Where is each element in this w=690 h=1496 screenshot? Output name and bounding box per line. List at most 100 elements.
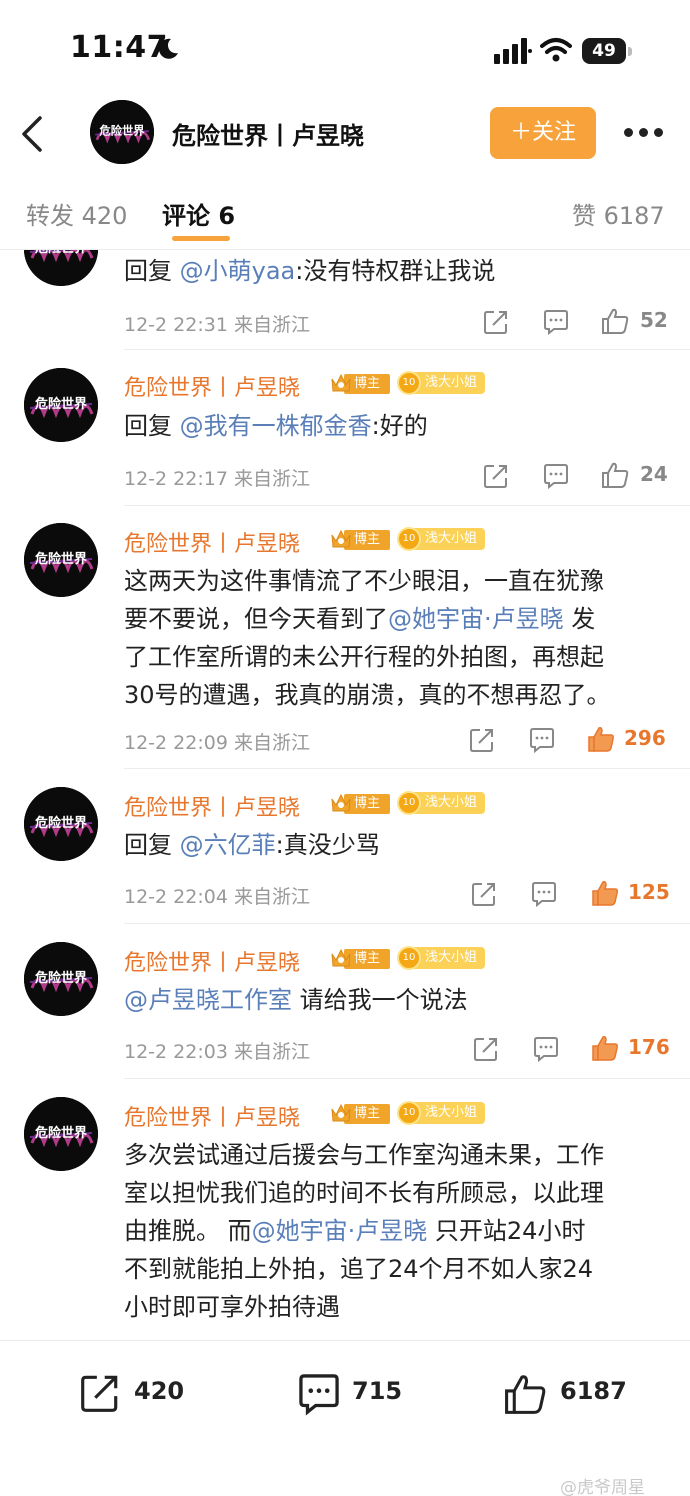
like-button[interactable]: 296 bbox=[586, 724, 670, 754]
commenter-name[interactable]: 危险世界丨卢昱晓 bbox=[124, 1100, 300, 1132]
comment-icon[interactable] bbox=[532, 1035, 560, 1063]
like-button[interactable]: 52 bbox=[600, 306, 670, 336]
divider bbox=[124, 923, 690, 924]
comment-text: @卢昱晓工作室 请给我一个说法 bbox=[124, 986, 468, 1014]
bottom-action-bar: 420 715 6187 @虎爷周星 bbox=[0, 1340, 690, 1496]
mention-link[interactable]: @她宇宙·卢昱晓 bbox=[252, 1217, 428, 1245]
clock: 11:47 bbox=[70, 30, 168, 65]
commenter-name[interactable]: 危险世界丨卢昱晓 bbox=[124, 945, 300, 977]
mention-link[interactable]: @小萌yaa bbox=[180, 257, 296, 285]
crown-icon bbox=[330, 946, 352, 970]
share-icon[interactable] bbox=[472, 1035, 500, 1063]
share-icon[interactable] bbox=[470, 880, 498, 908]
commenter-name[interactable]: 危险世界丨卢昱晓 bbox=[124, 526, 300, 558]
avatar[interactable] bbox=[24, 523, 98, 597]
watermark: @虎爷周星 bbox=[560, 1478, 645, 1496]
comment-text: 回复 @我有一株郁金香:好的 bbox=[124, 412, 428, 440]
like-count: 176 bbox=[628, 1035, 670, 1059]
share-icon[interactable] bbox=[468, 726, 496, 754]
divider bbox=[124, 349, 690, 350]
comment-button[interactable]: 715 bbox=[296, 1371, 416, 1416]
commenter-name[interactable]: 危险世界丨卢昱晓 bbox=[124, 370, 300, 402]
tab-likes[interactable]: 赞 6187 bbox=[572, 196, 665, 231]
back-arrow-icon[interactable] bbox=[14, 112, 54, 156]
comment-icon[interactable] bbox=[530, 880, 558, 908]
battery-level: 49 bbox=[582, 38, 626, 64]
commenter-name[interactable]: 危险世界丨卢昱晓 bbox=[124, 790, 300, 822]
avatar[interactable] bbox=[24, 368, 98, 442]
mention-link[interactable]: @六亿菲 bbox=[180, 831, 276, 859]
avatar[interactable] bbox=[24, 1097, 98, 1171]
status-bar: 11:47 49 bbox=[0, 0, 690, 100]
follow-button[interactable]: ＋关注 bbox=[490, 107, 596, 159]
crown-icon bbox=[330, 527, 352, 551]
post-header: 危险世界丨卢昱晓 ＋关注 bbox=[0, 100, 690, 170]
fan-badge: 浅大小姐 10 bbox=[397, 791, 485, 815]
comment-text: 回复 @小萌yaa:没有特权群让我说 bbox=[124, 257, 496, 285]
crown-icon bbox=[330, 371, 352, 395]
wifi-icon bbox=[540, 38, 572, 62]
fan-badge: 浅大小姐 10 bbox=[397, 527, 485, 551]
comment-list: 回复 @小萌yaa:没有特权群让我说 12-2 22:31 来自浙江 52 危险… bbox=[0, 250, 690, 1340]
thumbs-up-icon bbox=[600, 460, 630, 490]
comment-text: 这两天为这件事情流了不少眼泪，一直在犹豫 要不要说，但今天看到了@她宇宙·卢昱晓… bbox=[124, 567, 611, 709]
blogger-badge: 博主 bbox=[330, 791, 390, 815]
like-count: 52 bbox=[640, 308, 668, 332]
share-icon[interactable] bbox=[482, 308, 510, 336]
blogger-badge: 博主 bbox=[330, 946, 390, 970]
repost-count: 420 bbox=[134, 1377, 185, 1405]
moon-icon bbox=[158, 38, 178, 59]
tab-comments[interactable]: 评论 6 bbox=[162, 196, 235, 231]
share-icon[interactable] bbox=[482, 462, 510, 490]
comment-meta: 12-2 22:31 来自浙江 bbox=[124, 314, 310, 336]
avatar[interactable] bbox=[24, 942, 98, 1016]
blogger-badge: 博主 bbox=[330, 1101, 390, 1125]
comment-text: 多次尝试通过后援会与工作室沟通未果，工作 室以担忧我们追的时间不长有所顾忌，以此… bbox=[124, 1141, 604, 1321]
comment-text: 回复 @六亿菲:真没少骂 bbox=[124, 831, 380, 859]
thumbs-up-icon bbox=[590, 878, 620, 908]
repost-icon bbox=[81, 1375, 118, 1412]
mention-link[interactable]: @她宇宙·卢昱晓 bbox=[388, 605, 564, 633]
comment-meta: 12-2 22:17 来自浙江 bbox=[124, 468, 310, 490]
author-name[interactable]: 危险世界丨卢昱晓 bbox=[172, 116, 364, 151]
thumbs-up-icon bbox=[505, 1375, 546, 1414]
like-button[interactable]: 176 bbox=[590, 1033, 670, 1063]
thumbs-up-icon bbox=[590, 1033, 620, 1063]
crown-icon bbox=[330, 791, 352, 815]
crown-icon bbox=[330, 1101, 352, 1125]
fan-badge: 浅大小姐 10 bbox=[397, 1101, 485, 1125]
comment-icon bbox=[299, 1374, 339, 1416]
thumbs-up-icon bbox=[586, 724, 616, 754]
battery-icon: 49 bbox=[582, 38, 632, 64]
fan-badge: 浅大小姐 10 bbox=[397, 946, 485, 970]
blogger-badge: 博主 bbox=[330, 371, 390, 395]
like-button[interactable]: 24 bbox=[600, 460, 670, 490]
comment-icon[interactable] bbox=[542, 308, 570, 336]
comment-icon[interactable] bbox=[542, 462, 570, 490]
fan-badge: 浅大小姐 10 bbox=[397, 371, 485, 395]
like-count: 6187 bbox=[560, 1377, 627, 1405]
tab-repost[interactable]: 转发 420 bbox=[26, 196, 127, 231]
author-avatar[interactable] bbox=[90, 100, 154, 164]
divider bbox=[124, 505, 690, 506]
like-button[interactable]: 125 bbox=[590, 878, 670, 908]
active-tab-indicator bbox=[172, 236, 230, 241]
mention-link[interactable]: @卢昱晓工作室 bbox=[124, 986, 292, 1014]
blogger-badge: 博主 bbox=[330, 527, 390, 551]
avatar[interactable] bbox=[24, 250, 98, 286]
like-button[interactable]: 6187 bbox=[502, 1371, 632, 1415]
comment-count: 715 bbox=[352, 1377, 403, 1405]
divider bbox=[124, 1078, 690, 1079]
mention-link[interactable]: @我有一株郁金香 bbox=[180, 412, 372, 440]
more-icon[interactable] bbox=[624, 128, 664, 138]
avatar[interactable] bbox=[24, 787, 98, 861]
divider bbox=[124, 768, 690, 769]
thumbs-up-icon bbox=[600, 306, 630, 336]
signal-icon bbox=[494, 38, 532, 64]
post-tabs: 转发 420 评论 6 赞 6187 bbox=[0, 172, 690, 250]
comment-meta: 12-2 22:09 来自浙江 bbox=[124, 732, 310, 754]
like-count: 24 bbox=[640, 462, 668, 486]
comment-icon[interactable] bbox=[528, 726, 556, 754]
comment-meta: 12-2 22:03 来自浙江 bbox=[124, 1041, 310, 1063]
repost-button[interactable]: 420 bbox=[78, 1371, 198, 1415]
